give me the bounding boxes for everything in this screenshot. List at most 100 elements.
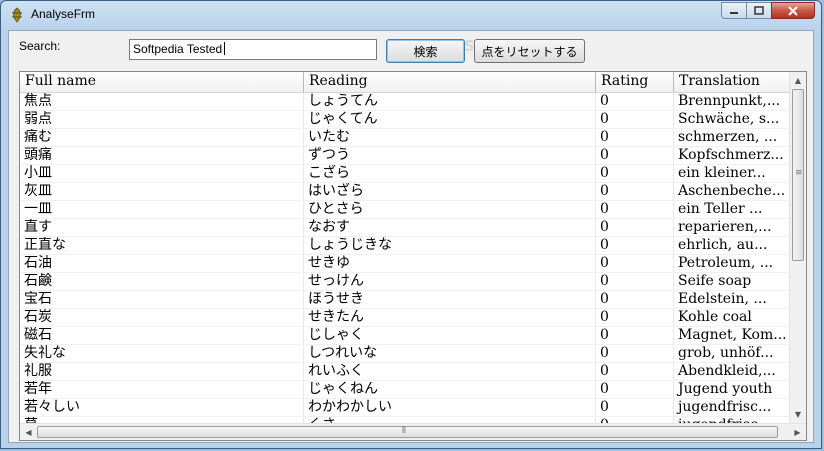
scroll-left-arrow-icon[interactable]: ◀: [20, 424, 37, 440]
minimize-button[interactable]: [721, 2, 747, 19]
cell-reading: ひとさら: [304, 201, 596, 218]
window-controls: [721, 2, 815, 20]
cell-translation: Kopfschmerz...: [674, 147, 790, 164]
cell-rating: 0: [596, 363, 674, 380]
cell-reading: ずつう: [304, 147, 596, 164]
cell-rating: 0: [596, 381, 674, 398]
results-grid[interactable]: Full name Reading Rating Translation 焦点し…: [19, 71, 807, 441]
cell-full-name: 宝石: [20, 291, 304, 308]
search-input[interactable]: Softpedia Tested: [129, 39, 377, 60]
cell-reading: せっけん: [304, 273, 596, 290]
cell-translation: ehrlich, au...: [674, 237, 790, 254]
vertical-scrollbar[interactable]: ▲ ≡ ▼: [789, 72, 806, 423]
cell-rating: 0: [596, 129, 674, 146]
cell-translation: Brennpunkt,...: [674, 93, 790, 110]
cell-translation: Petroleum, ...: [674, 255, 790, 272]
cell-translation: Aschenbeche...: [674, 183, 790, 200]
cell-full-name: 焦点: [20, 93, 304, 110]
column-header-translation[interactable]: Translation: [674, 72, 790, 92]
table-row[interactable]: 頭痛 ずつう 0 Kopfschmerz...: [20, 147, 790, 165]
table-row[interactable]: 磁石 じしゃく 0 Magnet, Kom...: [20, 327, 790, 345]
reset-points-button[interactable]: 点をリセットする: [474, 39, 585, 63]
cell-reading: れいふく: [304, 363, 596, 380]
form-body: Search: Softpedia Tested SOFTPEDIA www.s…: [8, 30, 814, 443]
window-title: AnalyseFrm: [31, 7, 96, 21]
cell-full-name: 正直な: [20, 237, 304, 254]
table-row[interactable]: 痛む いたむ 0 schmerzen, ...: [20, 129, 790, 147]
cell-reading: わかわかしい: [304, 399, 596, 416]
cell-reading: せきゆ: [304, 255, 596, 272]
cell-full-name: 磁石: [20, 327, 304, 344]
title-bar[interactable]: AnalyseFrm: [1, 1, 821, 29]
maximize-button[interactable]: [746, 2, 772, 19]
search-input-value: Softpedia Tested: [133, 42, 223, 56]
cell-full-name: 失礼な: [20, 345, 304, 362]
cell-rating: 0: [596, 327, 674, 344]
app-window: AnalyseFrm Search: Softpedia Tested SOFT…: [0, 0, 822, 449]
cell-full-name: 石炭: [20, 309, 304, 326]
cell-rating: 0: [596, 165, 674, 182]
cell-rating: 0: [596, 273, 674, 290]
scroll-up-arrow-icon[interactable]: ▲: [790, 72, 806, 89]
cell-translation: ein kleiner...: [674, 165, 790, 182]
scroll-right-arrow-icon[interactable]: ▶: [789, 424, 806, 440]
cell-reading: じゃくねん: [304, 381, 596, 398]
table-row[interactable]: 小皿 こざら 0 ein kleiner...: [20, 165, 790, 183]
cell-reading: せきたん: [304, 309, 596, 326]
maximize-icon: [754, 6, 764, 15]
table-row[interactable]: 失礼な しつれいな 0 grob, unhöf...: [20, 345, 790, 363]
horizontal-scrollbar[interactable]: ◀ ⦀ ▶: [20, 423, 806, 440]
text-caret: [224, 42, 226, 55]
close-icon: [788, 5, 798, 16]
table-row[interactable]: 正直な しょうじきな 0 ehrlich, au...: [20, 237, 790, 255]
cell-reading: なおす: [304, 219, 596, 236]
table-row[interactable]: 宝石 ほうせき 0 Edelstein, ...: [20, 291, 790, 309]
app-leaf-icon: [9, 7, 25, 23]
table-row[interactable]: 直す なおす 0 reparieren,...: [20, 219, 790, 237]
cell-reading: こざら: [304, 165, 596, 182]
cell-rating: 0: [596, 345, 674, 362]
table-row[interactable]: 石炭 せきたん 0 Kohle coal: [20, 309, 790, 327]
table-row[interactable]: 石鹸 せっけん 0 Seife soap: [20, 273, 790, 291]
cell-full-name: 若々しい: [20, 399, 304, 416]
table-row[interactable]: 石油 せきゆ 0 Petroleum, ...: [20, 255, 790, 273]
table-row[interactable]: 一皿 ひとさら 0 ein Teller ...: [20, 201, 790, 219]
cell-reading: じゃくてん: [304, 111, 596, 128]
cell-rating: 0: [596, 183, 674, 200]
cell-translation: Kohle coal: [674, 309, 790, 326]
search-button[interactable]: 検索: [386, 39, 465, 63]
column-header-rating[interactable]: Rating: [596, 72, 674, 92]
horizontal-scroll-thumb[interactable]: ⦀: [37, 426, 778, 438]
cell-full-name: 小皿: [20, 165, 304, 182]
minimize-icon: [730, 11, 738, 14]
cell-translation: Edelstein, ...: [674, 291, 790, 308]
column-header-reading[interactable]: Reading: [304, 72, 596, 92]
cell-translation: Seife soap: [674, 273, 790, 290]
scroll-down-arrow-icon[interactable]: ▼: [790, 406, 806, 423]
cell-full-name: 石鹸: [20, 273, 304, 290]
cell-full-name: 一皿: [20, 201, 304, 218]
cell-translation: ein Teller ...: [674, 201, 790, 218]
column-header-full-name[interactable]: Full name: [20, 72, 304, 92]
close-button[interactable]: [771, 2, 815, 19]
cell-full-name: 頭痛: [20, 147, 304, 164]
table-row[interactable]: 灰皿 はいざら 0 Aschenbeche...: [20, 183, 790, 201]
cell-reading: はいざら: [304, 183, 596, 200]
table-row[interactable]: 若年 じゃくねん 0 Jugend youth: [20, 381, 790, 399]
table-row[interactable]: 弱点 じゃくてん 0 Schwäche, s...: [20, 111, 790, 129]
grid-header: Full name Reading Rating Translation: [20, 72, 790, 93]
cell-translation: Magnet, Kom...: [674, 327, 790, 344]
table-row[interactable]: 焦点 しょうてん 0 Brennpunkt,...: [20, 93, 790, 111]
cell-full-name: 弱点: [20, 111, 304, 128]
cell-translation: Jugend youth: [674, 381, 790, 398]
cell-translation: Schwäche, s...: [674, 111, 790, 128]
vertical-scroll-thumb[interactable]: ≡: [792, 89, 804, 261]
grip-icon: ⦀: [402, 426, 406, 436]
cell-rating: 0: [596, 237, 674, 254]
grip-icon: ≡: [795, 168, 803, 178]
cell-reading: しょうてん: [304, 93, 596, 110]
search-label: Search:: [19, 39, 61, 53]
cell-reading: しつれいな: [304, 345, 596, 362]
table-row[interactable]: 若々しい わかわかしい 0 jugendfrisc...: [20, 399, 790, 417]
table-row[interactable]: 礼服 れいふく 0 Abendkleid,...: [20, 363, 790, 381]
